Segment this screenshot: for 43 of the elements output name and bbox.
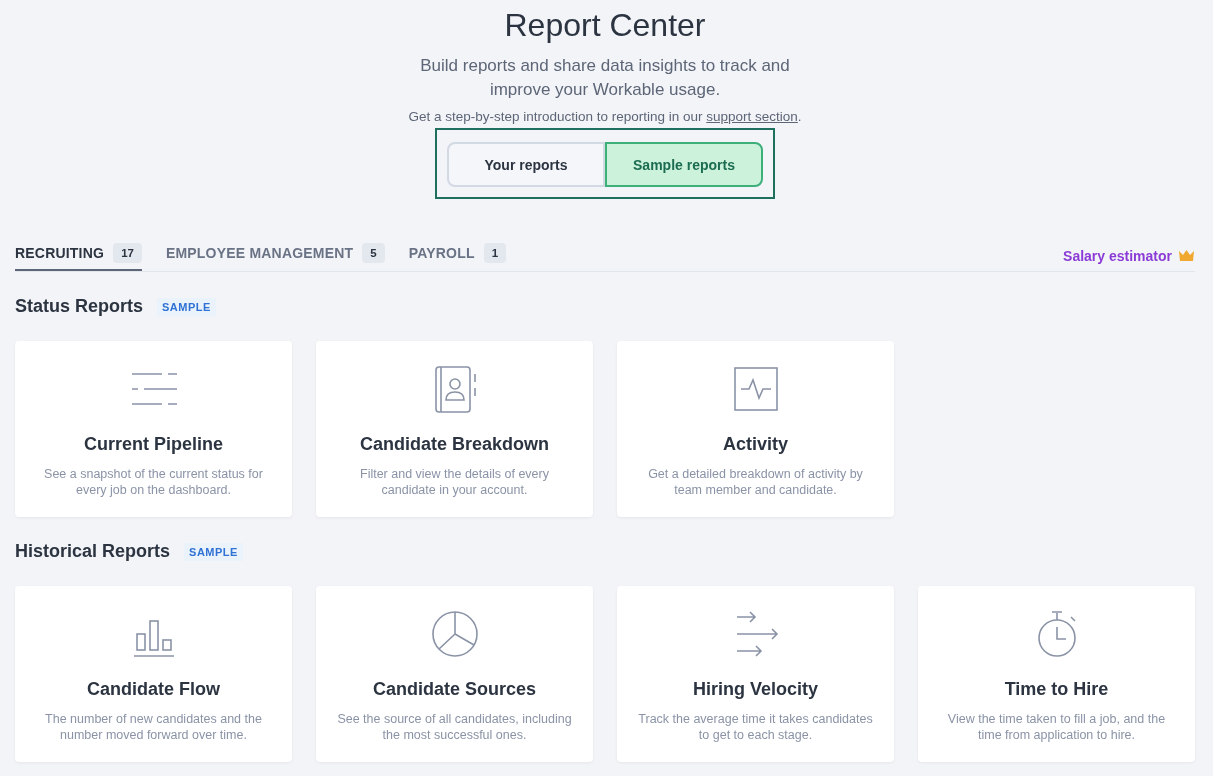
card-description: See a snapshot of the current status for every job on the dashboard. bbox=[43, 466, 264, 498]
card-title: Candidate Breakdown bbox=[359, 434, 549, 455]
tab-label: PAYROLL bbox=[408, 245, 475, 261]
page-subtitle: Build reports and share data insights to track and improve your Workable usage. bbox=[419, 55, 791, 101]
category-tab[interactable]: RECRUITING 17 bbox=[15, 237, 142, 271]
report-card[interactable]: Current Pipeline See a snapshot of the current status for every job on the dashboard. bbox=[15, 341, 292, 517]
category-tab[interactable]: PAYROLL 1 bbox=[408, 237, 507, 271]
section-title: Historical Reports bbox=[15, 541, 171, 562]
report-toggle-button[interactable]: Sample reports bbox=[605, 142, 763, 187]
card-description: See the source of all candidates, including the most successful ones. bbox=[337, 711, 572, 743]
support-link[interactable]: support section bbox=[706, 109, 798, 124]
intro-text: Get a step-by-step introduction to reporting in our support section. bbox=[407, 109, 803, 124]
crown-icon bbox=[1178, 248, 1195, 262]
card-title: Activity bbox=[723, 434, 788, 455]
card-title: Time to Hire bbox=[1004, 679, 1109, 700]
card-description: Track the average time it takes candidates to get to each stage. bbox=[638, 711, 873, 743]
card-title: Hiring Velocity bbox=[692, 679, 818, 700]
pie-chart-icon bbox=[429, 609, 480, 659]
card-title: Candidate Flow bbox=[87, 679, 220, 700]
card-description: Filter and view the details of every candidate in your account. bbox=[359, 466, 550, 498]
report-toggle-button[interactable]: Your reports bbox=[447, 142, 605, 187]
tab-label: RECRUITING bbox=[15, 245, 105, 261]
report-card[interactable]: Activity Get a detailed breakdown of activity by team member and candidate. bbox=[617, 341, 894, 517]
card-description: The number of new candidates and the number moved forward over time. bbox=[44, 711, 263, 743]
count-badge: 5 bbox=[362, 243, 385, 263]
page-title: Report Center bbox=[503, 6, 707, 44]
section-title: Status Reports bbox=[15, 296, 144, 317]
card-title: Candidate Sources bbox=[372, 679, 536, 700]
card-description: Get a detailed breakdown of activity by team member and candidate. bbox=[647, 466, 864, 498]
report-card[interactable]: Candidate Sources See the source of all candidates, including the most successful ones. bbox=[316, 586, 593, 762]
report-card[interactable]: Time to Hire View the time taken to fill a job, and the time from application to hire. bbox=[918, 586, 1195, 762]
sample-badge: SAMPLE bbox=[157, 297, 216, 316]
sample-badge: SAMPLE bbox=[184, 542, 243, 561]
tab-label: EMPLOYEE MANAGEMENT bbox=[165, 245, 354, 261]
card-title: Current Pipeline bbox=[84, 434, 223, 455]
count-badge: 17 bbox=[113, 243, 142, 263]
count-badge: 1 bbox=[483, 243, 507, 263]
report-card[interactable]: Candidate Breakdown Filter and view the details of every candidate in your account. bbox=[316, 341, 593, 517]
report-card[interactable]: Hiring Velocity Track the average time it takes candidates to get to each stage. bbox=[617, 586, 894, 762]
category-tab[interactable]: EMPLOYEE MANAGEMENT 5 bbox=[165, 237, 385, 271]
card-description: View the time taken to fill a job, and the time from application to hire. bbox=[946, 711, 1167, 743]
report-card[interactable]: Candidate Flow The number of new candidates and the number moved forward over time. bbox=[15, 586, 292, 762]
salary-estimator-link[interactable]: Salary estimator bbox=[1063, 248, 1172, 264]
